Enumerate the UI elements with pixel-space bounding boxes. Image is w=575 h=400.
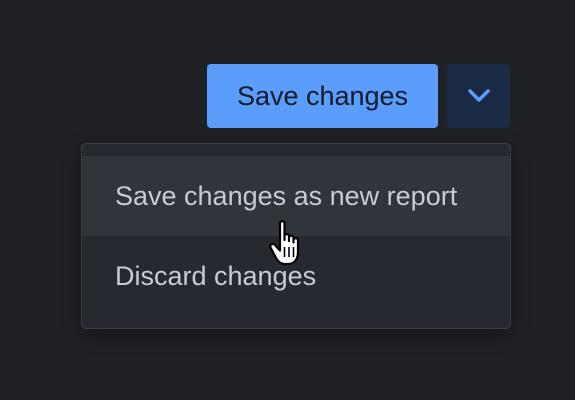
menu-item-discard-changes[interactable]: Discard changes [82,236,510,316]
split-button: Save changes [207,64,510,128]
save-changes-button[interactable]: Save changes [207,64,438,128]
menu-item-save-as-new-report[interactable]: Save changes as new report [82,156,510,236]
save-options-menu: Save changes as new report Discard chang… [81,143,511,329]
chevron-down-icon [467,88,491,104]
save-options-toggle-button[interactable] [447,64,510,128]
page: Save changes Save changes as new report … [0,0,575,400]
